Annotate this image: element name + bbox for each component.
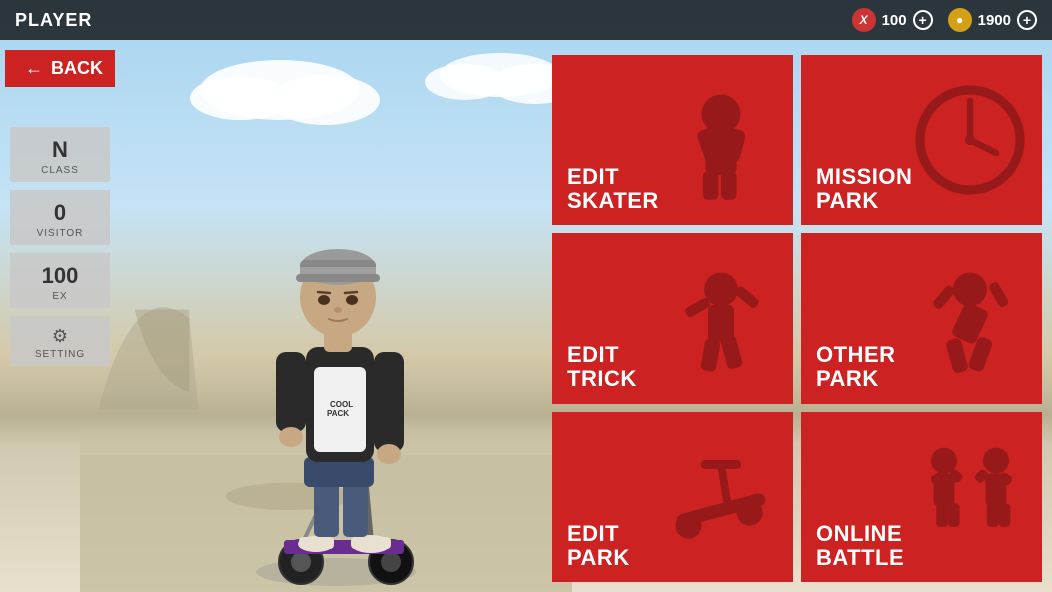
class-label: CLASS [15,165,105,176]
class-value: N [15,137,105,163]
x-currency-amount: 100 [882,12,907,29]
back-icon: ← [25,58,43,79]
currency-coin-item: ● 1900 + [948,8,1037,32]
setting-label: SETTING [15,349,105,360]
svg-text:COOL: COOL [330,400,353,409]
visitor-value: 0 [15,200,105,226]
coin-currency-amount: 1900 [978,12,1011,29]
back-button[interactable]: ← BACK [5,50,115,87]
ex-stat-box: 100 EX [10,253,110,308]
back-label: BACK [51,58,103,79]
edit-skater-button[interactable]: EDITSKATER [552,55,793,225]
coin-currency-icon: ● [948,8,972,32]
other-park-label: OTHERPARK [816,343,1027,391]
edit-skater-label: EDITSKATER [567,165,778,213]
online-battle-button[interactable]: ONLINEBATTLE [801,412,1042,582]
currency-x-item: X 100 + [852,8,933,32]
x-currency-icon: X [852,8,876,32]
add-coin-button[interactable]: + [1017,10,1037,30]
header-title: PLAYER [15,10,92,31]
setting-icon: ⚙ [52,326,68,346]
visitor-stat-box: 0 VISITOR [10,190,110,245]
online-battle-label: ONLINEBATTLE [816,522,1027,570]
menu-grid: EDITSKATER MISSIONPARK ED [552,55,1042,582]
mission-park-label: MISSIONPARK [816,165,1027,213]
sidebar: ← BACK N CLASS 0 VISITOR 100 EX ⚙ SETTIN… [0,40,120,592]
other-park-button[interactable]: OTHERPARK [801,233,1042,403]
visitor-label: VISITOR [15,228,105,239]
svg-text:PACK: PACK [327,409,349,418]
edit-park-button[interactable]: EDITPARK [552,412,793,582]
character-svg: COOL PACK [196,112,476,592]
mission-park-button[interactable]: MISSIONPARK [801,55,1042,225]
header: PLAYER X 100 + ● 1900 + [0,0,1052,40]
edit-park-label: EDITPARK [567,522,778,570]
class-stat-box: N CLASS [10,127,110,182]
setting-box[interactable]: ⚙ SETTING [10,316,110,366]
add-x-button[interactable]: + [913,10,933,30]
ex-value: 100 [15,263,105,289]
edit-trick-button[interactable]: EDITTRICK [552,233,793,403]
edit-trick-label: EDITTRICK [567,343,778,391]
ex-label: EX [15,291,105,302]
header-currency-area: X 100 + ● 1900 + [852,8,1037,32]
character-area: COOL PACK [120,40,552,592]
